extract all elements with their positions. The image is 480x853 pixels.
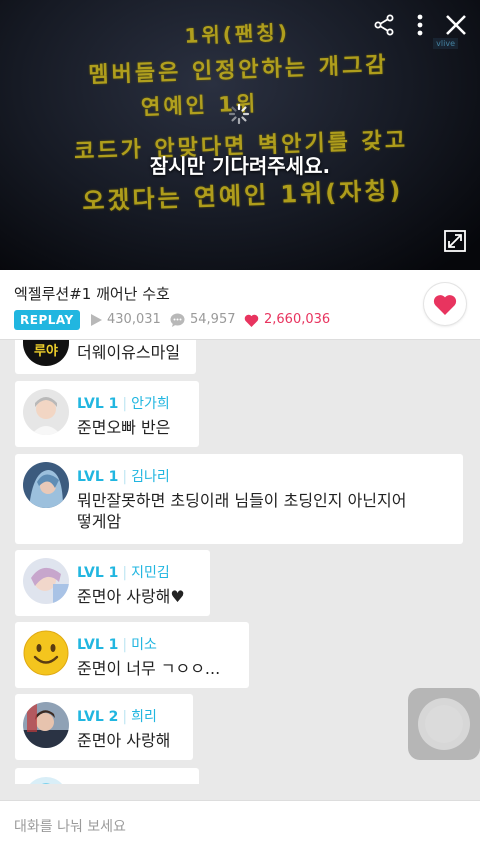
replay-badge: REPLAY [14, 310, 80, 330]
chat-input[interactable] [14, 813, 464, 841]
avatar [23, 462, 69, 508]
chat-meta: LVL 1 | 김나리 [77, 469, 170, 485]
chat-message: 루야 더웨이유스마일 [15, 340, 196, 374]
share-icon[interactable] [372, 13, 396, 37]
play-count-value: 430,031 [107, 312, 161, 327]
assistive-touch-button[interactable] [408, 688, 480, 760]
heart-icon [433, 294, 457, 315]
chat-text: 준면아 사랑해 [77, 731, 171, 750]
chat-meta: LVL 1 | 미소 [77, 637, 157, 653]
user-nickname[interactable]: 미소 [131, 637, 157, 653]
user-nickname[interactable]: 안가희 [131, 396, 170, 412]
chat-meta: LVL 2 | 희리 [77, 709, 157, 725]
user-level: LVL 1 [77, 637, 119, 653]
chat-message: LVL 1 | 안가희 준면오빠 반은 [15, 381, 199, 447]
loading-spinner-icon [228, 103, 250, 125]
user-nickname[interactable]: 희리 [131, 709, 157, 725]
chat-meta: LVL 1 | 지민김 [77, 565, 170, 581]
expand-icon[interactable] [444, 230, 466, 256]
chat-text: 준면아 사랑해♥ [77, 587, 185, 606]
chat-text: 준면오빠 반은 [77, 418, 171, 437]
like-count-value: 2,660,036 [264, 312, 331, 327]
chat-message: LVL 2 | 희리 준면아 사랑해 [15, 694, 193, 760]
chat-message [15, 768, 199, 784]
comment-count-value: 54,957 [190, 312, 236, 327]
avatar [23, 389, 69, 435]
video-title: 엑젤루션#1 깨어난 수호 [14, 285, 170, 303]
loading-message: 잠시만 기다려주세요. [149, 154, 331, 178]
chat-message: LVL 1 | 미소 준면이 너무 ㄱㅇㅇ... [15, 622, 249, 688]
avatar [23, 702, 69, 748]
avatar [23, 558, 69, 604]
user-nickname[interactable]: 김나리 [131, 469, 170, 485]
chat-text: 뭐만잘못하면 초딩이래 님들이 초딩인지 아닌지어 떻게암 [77, 491, 407, 531]
video-player[interactable]: 1위(팬칭) 멤버들은 인정안하는 개그감 연예인 1위 코드가 안맞다면 벽안… [0, 0, 480, 270]
like-count: 2,660,036 [244, 310, 330, 330]
user-level: LVL 1 [77, 469, 119, 485]
user-level: LVL 1 [77, 565, 119, 581]
play-count: 430,031 [90, 310, 161, 330]
avatar [23, 776, 69, 784]
assistive-touch-core [425, 705, 463, 743]
user-nickname[interactable]: 지민김 [131, 565, 170, 581]
user-level: LVL 2 [77, 709, 119, 725]
avatar-text: 루야 [34, 344, 58, 359]
video-info-bar: 엑젤루션#1 깨어난 수호 REPLAY 430,031 54,957 2,66… [0, 270, 480, 340]
like-button[interactable] [424, 283, 466, 325]
chat-text: 더웨이유스마일 [77, 343, 181, 362]
comment-icon [170, 313, 185, 327]
avatar [23, 630, 69, 676]
user-level: LVL 1 [77, 396, 119, 412]
chat-input-bar [0, 800, 480, 853]
comment-count: 54,957 [170, 310, 236, 330]
chat-meta: LVL 1 | 안가희 [77, 396, 170, 412]
avatar: 루야 [23, 340, 69, 366]
play-icon [91, 314, 102, 326]
heart-icon [244, 314, 259, 327]
chat-message: LVL 1 | 김나리 뭐만잘못하면 초딩이래 님들이 초딩인지 아닌지어 떻게암 [15, 454, 463, 544]
close-icon[interactable] [444, 13, 468, 37]
chat-text: 준면이 너무 ㄱㅇㅇ... [77, 659, 221, 678]
more-icon[interactable] [416, 13, 424, 37]
chat-message: LVL 1 | 지민김 준면아 사랑해♥ [15, 550, 210, 616]
